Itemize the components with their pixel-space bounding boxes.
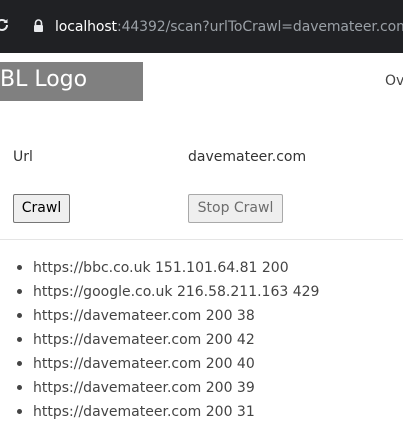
result-item: https://davemateer.com 200 39: [0, 377, 403, 401]
stop-crawl-button[interactable]: Stop Crawl: [188, 194, 283, 223]
reload-icon[interactable]: [0, 17, 10, 33]
result-item: https://davemateer.com 200 40: [0, 353, 403, 377]
url-host: localhost: [55, 19, 117, 35]
browser-address-bar: localhost:44392/scan?urlToCrawl=davemate…: [0, 0, 403, 53]
crawl-results-list: https://bbc.co.uk 151.101.64.81 200 http…: [0, 257, 403, 425]
url-value: davemateer.com: [188, 149, 307, 165]
lock-icon[interactable]: [33, 19, 44, 32]
result-item: https://davemateer.com 200 38: [0, 305, 403, 329]
divider: [0, 239, 403, 240]
address-url[interactable]: localhost:44392/scan?urlToCrawl=davemate…: [55, 17, 403, 37]
result-item: https://davemateer.com 200 31: [0, 401, 403, 425]
result-item: https://google.co.uk 216.58.211.163 429: [0, 281, 403, 305]
url-path: :44392/scan?urlToCrawl=davemateer.com: [116, 19, 403, 35]
url-label: Url: [13, 149, 33, 165]
crawl-button[interactable]: Crawl: [13, 194, 70, 223]
result-item: https://davemateer.com 200 42: [0, 329, 403, 353]
site-logo[interactable]: BL Logo: [0, 62, 143, 101]
result-item: https://bbc.co.uk 151.101.64.81 200: [0, 257, 403, 281]
nav-link-overview[interactable]: Ov: [385, 71, 403, 91]
